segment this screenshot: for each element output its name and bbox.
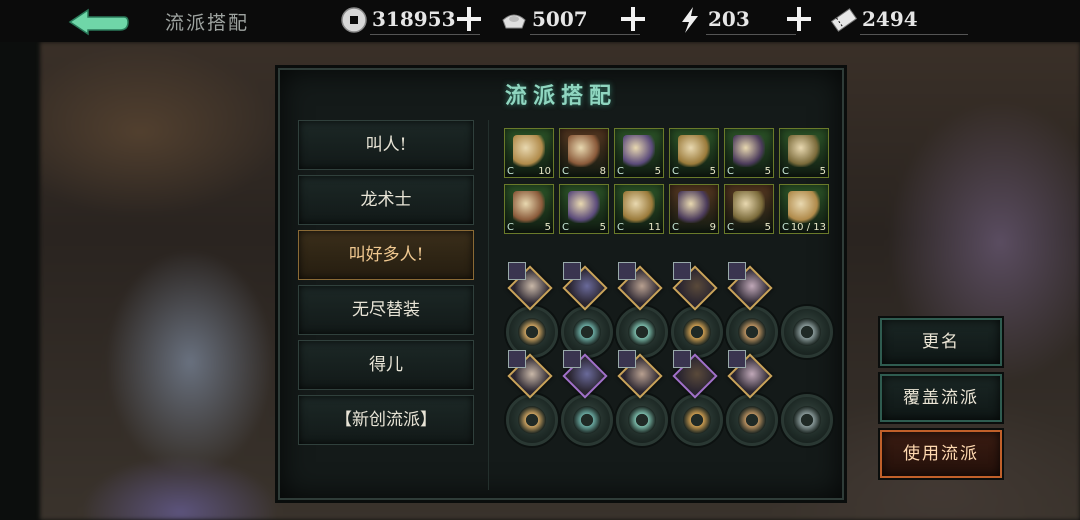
wave-skill-icon[interactable] <box>726 394 778 446</box>
rose-robe-equipment-icon[interactable]: C5 <box>724 184 774 234</box>
refine-c-icon: C <box>617 166 624 177</box>
refine-c-icon: C <box>507 222 514 233</box>
equipment-level: 5 <box>764 222 771 233</box>
panel-title: 流派搭配 <box>504 83 617 109</box>
refine-c-icon: C <box>562 166 569 177</box>
armor-equipment-icon[interactable]: C5 <box>614 128 664 178</box>
claw-skill-icon[interactable] <box>506 394 558 446</box>
belt-equipment-icon[interactable]: C9 <box>669 184 719 234</box>
refine-c-icon: C <box>672 166 679 177</box>
back-arrow-icon[interactable] <box>66 8 130 36</box>
ticket-value: 2494 <box>862 7 918 31</box>
companion-mini-avatar <box>618 262 636 280</box>
equipment-level: 5 <box>764 166 771 177</box>
use-faction-button[interactable]: 使用流派 <box>880 430 1002 478</box>
silver-ingot-value: 5007 <box>532 7 588 31</box>
silver-ingot-icon <box>502 14 526 29</box>
add-copper-button[interactable] <box>456 6 482 32</box>
screen-title: 流派搭配 <box>165 12 250 34</box>
companion-mini-avatar <box>508 262 526 280</box>
resource-silver-ingots: 5007 <box>500 4 640 36</box>
sword-equipment-icon[interactable]: C 10 / 13 <box>779 184 829 234</box>
mask-skill-icon[interactable] <box>781 306 833 358</box>
companion-mini-avatar <box>728 350 746 368</box>
faction-item-5[interactable]: 得儿 <box>298 340 474 390</box>
amulet-equipment-icon[interactable]: C5 <box>779 128 829 178</box>
ticket-icon <box>830 8 858 32</box>
refine-c-icon: C <box>782 166 789 177</box>
refine-c-icon: C <box>562 222 569 233</box>
top-bar: 流派搭配 318953 5007 203 2494 <box>0 0 1080 42</box>
companion-mini-avatar <box>673 262 691 280</box>
equipment-level: 5 <box>599 222 606 233</box>
copper-coin-value: 318953 <box>372 7 456 31</box>
add-silver-button[interactable] <box>620 6 646 32</box>
resource-tickets: 2494 <box>830 4 970 36</box>
new-faction-item[interactable]: 【新创流派】 <box>298 395 474 445</box>
staff-equipment-icon[interactable]: C 10 <box>504 128 554 178</box>
refine-c-icon: C <box>727 166 734 177</box>
loadout-panel: 流派搭配 叫人! 龙术士 叫好多人! 无尽替装 得儿 【新创流派】 C 10 C 8 C… <box>278 68 844 500</box>
equipment-level: 5 <box>819 166 826 177</box>
mantle-equipment-icon[interactable]: C5 <box>559 184 609 234</box>
copper-coin-icon <box>341 7 367 33</box>
companion-mini-avatar <box>673 350 691 368</box>
equipment-level: 5 <box>709 166 716 177</box>
boots-equipment-icon[interactable]: C5 <box>724 128 774 178</box>
resource-stamina: 203 <box>676 4 796 36</box>
faction-item-1[interactable]: 叫人! <box>298 120 474 170</box>
crown-skill-icon[interactable] <box>561 394 613 446</box>
add-stamina-button[interactable] <box>786 6 812 32</box>
mask-skill-icon[interactable] <box>781 394 833 446</box>
equipment-level: 11 <box>648 222 661 233</box>
equipment-level: 9 <box>709 222 716 233</box>
faction-item-4[interactable]: 无尽替装 <box>298 285 474 335</box>
lightning-stamina-icon <box>682 7 698 33</box>
resource-copper-coins: 318953 <box>340 4 480 36</box>
faction-item-2[interactable]: 龙术士 <box>298 175 474 225</box>
bracer-equipment-icon[interactable]: C 11 <box>614 184 664 234</box>
refine-c-icon: C <box>782 222 789 233</box>
equipment-level: 10 / 13 <box>790 222 826 233</box>
rename-button[interactable]: 更名 <box>880 318 1002 366</box>
faction-item-3-selected[interactable]: 叫好多人! <box>298 230 474 280</box>
equipment-level: 5 <box>654 166 661 177</box>
companion-mini-avatar <box>563 350 581 368</box>
gauntlet-equipment-icon[interactable]: C8 <box>559 128 609 178</box>
fang-skill-icon[interactable] <box>616 394 668 446</box>
cloak-equipment-icon[interactable]: C5 <box>669 128 719 178</box>
equipment-level: 10 <box>538 166 551 177</box>
refine-c-icon: C <box>672 222 679 233</box>
refine-c-icon: C <box>727 222 734 233</box>
companion-mini-avatar <box>563 262 581 280</box>
leaf-skill-icon[interactable] <box>671 394 723 446</box>
stamina-value: 203 <box>708 7 750 31</box>
equipment-level: 8 <box>599 166 606 177</box>
companion-mini-avatar <box>728 262 746 280</box>
companion-mini-avatar <box>618 350 636 368</box>
pendant-equipment-icon[interactable]: C5 <box>504 184 554 234</box>
overwrite-faction-button[interactable]: 覆盖流派 <box>880 374 1002 422</box>
companion-mini-avatar <box>508 350 526 368</box>
refine-c-icon: C <box>507 166 514 177</box>
equipment-level: 5 <box>544 222 551 233</box>
refine-c-icon: C <box>617 222 624 233</box>
